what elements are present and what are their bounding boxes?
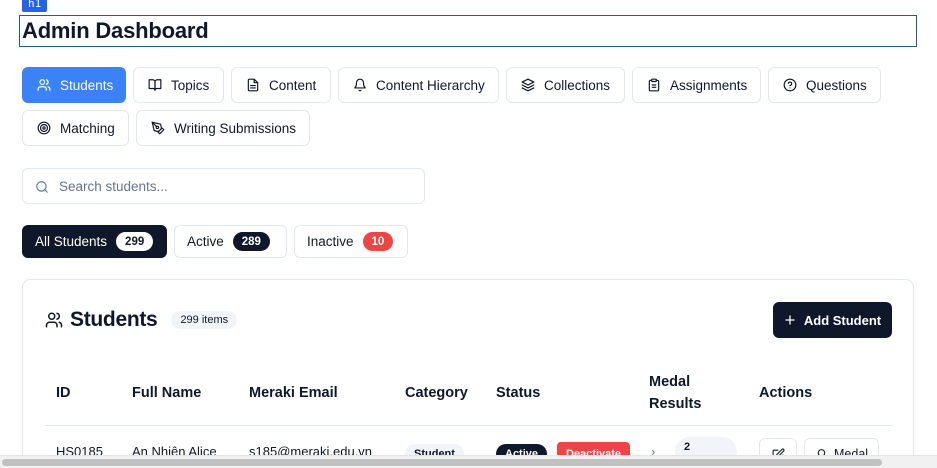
scrollbar-thumb[interactable] [2, 459, 882, 466]
plus-icon [785, 315, 795, 325]
column-header-status[interactable]: Status [496, 382, 540, 404]
tab-writing-submissions[interactable]: Writing Submissions [136, 110, 310, 146]
column-header-email[interactable]: Meraki Email [249, 382, 338, 404]
file-text-icon [247, 78, 259, 92]
column-header-actions: Actions [759, 385, 813, 401]
header-divider [45, 425, 893, 426]
tab-label: Writing Submissions [174, 120, 297, 136]
users-icon [37, 79, 51, 91]
header-line: Results [649, 396, 702, 412]
column-header-id[interactable]: ID [56, 382, 71, 404]
filter-active[interactable]: Active 289 [174, 225, 287, 258]
target-icon [37, 121, 51, 135]
card-title: Students [70, 308, 158, 331]
count-badge: 289 [232, 232, 270, 251]
tab-label: Questions [806, 77, 867, 93]
page-title: Admin Dashboard [22, 18, 209, 43]
tab-topics[interactable]: Topics [133, 67, 224, 103]
column-header-category[interactable]: Category [405, 382, 468, 404]
add-student-label: Add Student [803, 312, 882, 328]
items-count-badge: 299 items [171, 311, 238, 329]
tab-questions[interactable]: Questions [768, 67, 881, 103]
tab-label: Content [269, 77, 317, 93]
layers-icon [521, 78, 535, 92]
devtools-element-tag: h1 [22, 0, 48, 12]
tab-matching[interactable]: Matching [22, 110, 129, 146]
clipboard-icon [648, 78, 660, 92]
search-box [22, 168, 425, 204]
users-icon [45, 312, 63, 328]
filter-label: Inactive [307, 234, 354, 249]
header-line: Medal [649, 374, 691, 390]
search-icon [36, 181, 48, 193]
help-circle-icon [783, 78, 797, 92]
pen-tool-icon [151, 121, 165, 135]
search-input[interactable] [59, 178, 424, 194]
column-header-full-name[interactable]: Full Name [132, 382, 201, 404]
filter-inactive[interactable]: Inactive 10 [294, 225, 408, 258]
count-badge: 10 [362, 232, 394, 251]
tab-label: Content Hierarchy [376, 77, 485, 93]
tab-label: Students [60, 77, 114, 93]
students-card: Students 299 items Add Student ID Full N… [22, 279, 914, 468]
tab-content-hierarchy[interactable]: Content Hierarchy [338, 67, 499, 103]
tab-label: Assignments [670, 77, 748, 93]
tab-label: Topics [171, 77, 210, 93]
book-open-icon [148, 79, 162, 91]
card-header: Students 299 items [45, 308, 238, 332]
tab-collections[interactable]: Collections [506, 67, 625, 103]
filter-label: Active [187, 234, 224, 249]
filter-label: All Students [35, 234, 108, 249]
column-header-medal-results[interactable]: Medal Results [649, 371, 701, 415]
horizontal-scrollbar[interactable] [0, 455, 937, 468]
bell-icon [354, 78, 366, 92]
add-student-button[interactable]: Add Student [773, 302, 892, 338]
tab-label: Matching [60, 120, 115, 136]
tab-content[interactable]: Content [231, 67, 331, 103]
tab-assignments[interactable]: Assignments [632, 67, 761, 103]
tab-label: Collections [544, 77, 611, 93]
count-badge: 299 [116, 232, 154, 251]
filter-all-students[interactable]: All Students 299 [22, 225, 167, 258]
tab-students[interactable]: Students [22, 67, 126, 103]
